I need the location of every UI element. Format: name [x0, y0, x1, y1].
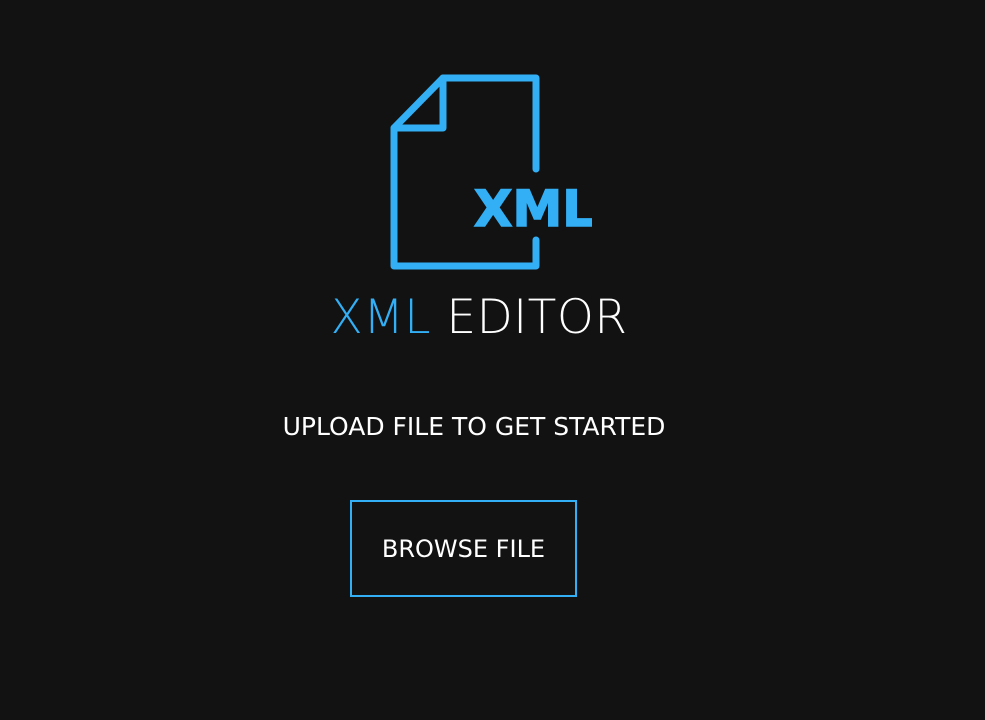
xml-badge-text: XML: [474, 180, 592, 238]
app-title: XML EDITOR: [0, 288, 958, 348]
app-title-accent: XML: [330, 290, 431, 345]
browse-file-button[interactable]: BROWSE FILE: [350, 500, 577, 597]
upload-prompt: UPLOAD FILE TO GET STARTED: [282, 412, 666, 441]
app-title-main: EDITOR: [446, 290, 628, 345]
browse-file-button-label: BROWSE FILE: [381, 534, 546, 563]
xml-file-icon: XML: [388, 72, 595, 274]
